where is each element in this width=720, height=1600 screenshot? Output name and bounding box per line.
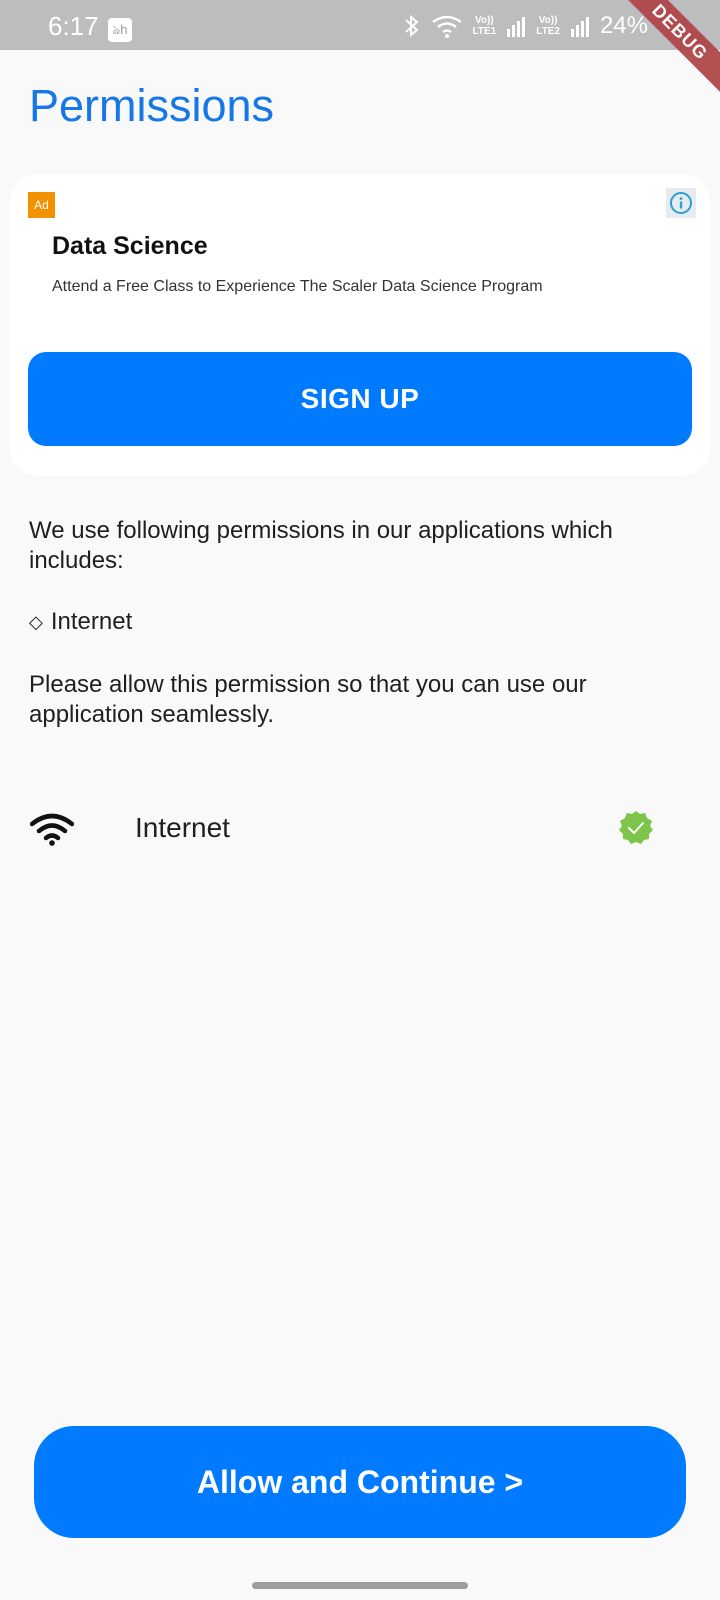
home-indicator[interactable] <box>252 1582 468 1589</box>
ad-card[interactable]: Ad Data Science Attend a Free Class to E… <box>10 174 710 476</box>
signal-icon <box>507 17 526 37</box>
status-icons: Vo)) LTE1 Vo)) LTE2 24% <box>403 12 648 40</box>
permission-label: Internet <box>135 812 230 843</box>
info-icon <box>670 192 692 214</box>
notification-icon: ঌh <box>108 18 132 42</box>
ad-body[interactable]: Attend a Free Class to Experience The Sc… <box>52 278 543 296</box>
allow-instructions: Please allow this permission so that you… <box>29 671 587 728</box>
permission-row-internet[interactable]: Internet <box>0 790 720 870</box>
status-bar: 6:17 ঌh Vo)) LTE1 Vo)) LTE2 24% DEBUG <box>0 0 720 99</box>
ad-signup-button[interactable]: SIGN UP <box>28 352 692 446</box>
status-time: 6:17 <box>48 11 99 41</box>
permissions-intro: We use following permissions in our appl… <box>29 517 613 574</box>
wifi-icon <box>30 813 74 846</box>
signal-icon <box>570 17 589 37</box>
permission-bullet: ◇ Internet <box>29 608 132 636</box>
ad-headline[interactable]: Data Science <box>52 232 208 261</box>
ad-info-button[interactable] <box>666 188 696 218</box>
battery-percent: 24% <box>599 12 648 39</box>
lte2-label: Vo)) LTE2 <box>536 15 560 37</box>
verified-check-icon <box>619 811 653 844</box>
wifi-icon <box>431 15 462 38</box>
allow-continue-button[interactable]: Allow and Continue > <box>34 1426 686 1538</box>
bullet-diamond-icon: ◇ <box>29 611 43 632</box>
bullet-label: Internet <box>50 608 133 635</box>
page-title: Permissions <box>29 80 275 131</box>
ad-badge: Ad <box>28 192 55 218</box>
bluetooth-icon <box>404 14 419 38</box>
lte1-label: Vo)) LTE1 <box>472 15 497 37</box>
